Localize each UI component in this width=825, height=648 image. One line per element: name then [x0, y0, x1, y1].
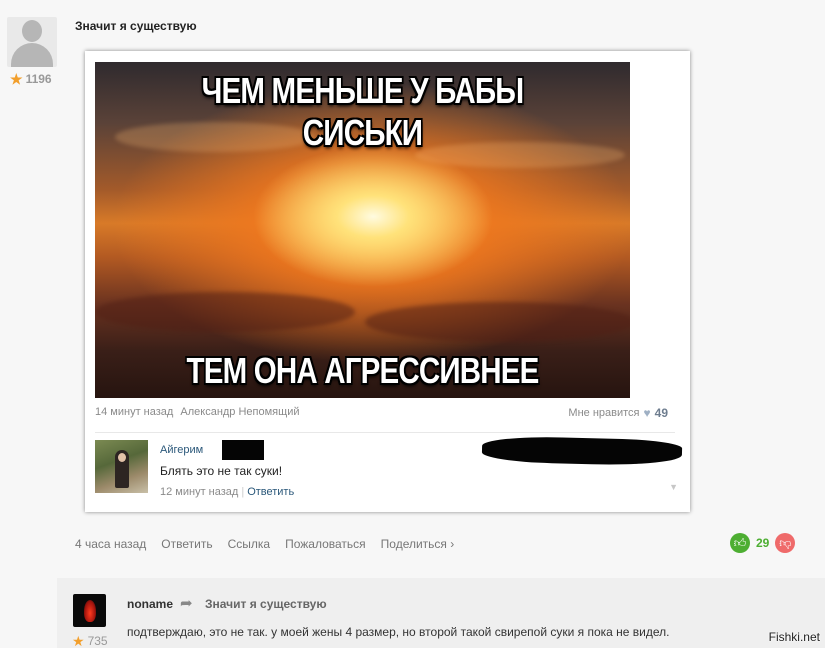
chevron-down-icon: ▼ [669, 482, 678, 492]
heart-icon: ♥ [643, 406, 651, 420]
vk-reply-text: Блять это не так суки! [160, 464, 283, 478]
thumb-down-icon[interactable]: 👎︎ [775, 533, 796, 553]
vk-likes-count: 49 [654, 406, 668, 420]
vk-post-author: Александр Непомящий [180, 406, 300, 418]
cloud-shape [365, 302, 630, 342]
post-image[interactable]: ЧЕМ МЕНЬШЕ У БАБЫ СИСЬКИ ТЕМ ОНА АГРЕССИ… [85, 51, 690, 512]
redaction-mark [222, 440, 264, 460]
redaction-mark [481, 435, 683, 467]
meme-image: ЧЕМ МЕНЬШЕ У БАБЫ СИСЬКИ ТЕМ ОНА АГРЕССИ… [95, 62, 630, 398]
post-title: Значит я существую [75, 19, 197, 33]
comment-username[interactable]: noname [127, 597, 173, 611]
vk-reply-answer: Ответить [247, 486, 295, 498]
share-button[interactable]: Поделиться › [381, 537, 455, 551]
comment-rating: ★ 735 [72, 634, 108, 648]
reply-arrow-icon: ➦ [180, 595, 193, 612]
vote-count: 29 [756, 536, 770, 550]
vk-post-meta: 14 минут назад Александр Непомящий [95, 406, 299, 418]
vk-post-time: 14 минут назад [95, 406, 174, 418]
comment-text: подтверждаю, это не так. у моей жены 4 р… [127, 625, 670, 639]
vk-reply-avatar [95, 440, 148, 493]
meme-top-text: ЧЕМ МЕНЬШЕ У БАБЫ СИСЬКИ [201, 70, 525, 153]
reply-button[interactable]: Ответить [161, 537, 212, 551]
vk-likes: Мне нравится ♥ 49 [568, 406, 668, 420]
author-rating-value: 1196 [25, 72, 52, 86]
comment-rating-value: 735 [87, 634, 108, 648]
thumb-up-icon[interactable]: 👍︎ [730, 533, 750, 553]
comment-avatar[interactable] [73, 594, 106, 627]
avatar-placeholder-head [22, 20, 42, 42]
avatar-face [118, 453, 126, 462]
cloud-shape [95, 292, 355, 332]
author-rating: ★ 1196 [10, 72, 52, 86]
watermark: Fishki.net [768, 630, 820, 644]
link-button[interactable]: Ссылка [228, 537, 270, 551]
vk-likes-label: Мне нравится [568, 407, 640, 419]
comment-reply-to[interactable]: Значит я существую [205, 597, 327, 611]
post-actions: 4 часа назад Ответить Ссылка Пожаловатьс… [75, 537, 454, 551]
separator: | [241, 486, 245, 498]
avatar-placeholder-body [11, 43, 53, 67]
vk-reply-name: Айгерим [160, 444, 204, 456]
post-time: 4 часа назад [75, 537, 147, 551]
star-icon: ★ [10, 71, 23, 87]
meme-bottom-text: ТЕМ ОНА АГРЕССИВНЕЕ [186, 350, 539, 391]
divider [95, 432, 675, 433]
star-icon: ★ [72, 633, 85, 648]
author-avatar[interactable] [7, 17, 57, 67]
avatar-flame [84, 600, 96, 622]
vk-reply-meta: 12 минут назад | Ответить [160, 486, 294, 498]
vote-controls: 👍︎ 29 👎︎ [730, 533, 796, 553]
vk-reply-time: 12 минут назад [160, 486, 239, 498]
report-button[interactable]: Пожаловаться [285, 537, 366, 551]
